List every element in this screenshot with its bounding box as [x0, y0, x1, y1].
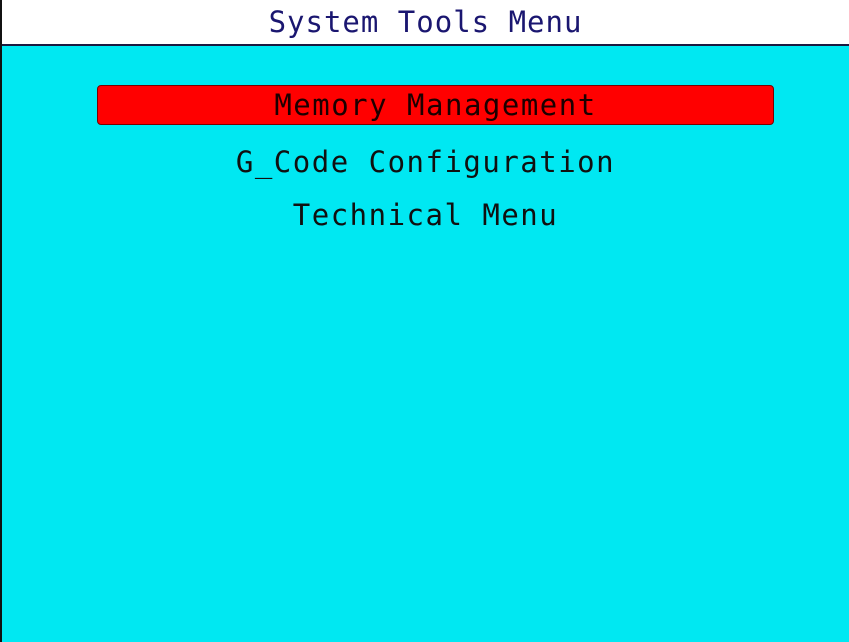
- menu-area: Memory Management G_Code Configuration T…: [2, 46, 849, 642]
- page-title: System Tools Menu: [268, 5, 583, 39]
- menu-item-label: Technical Menu: [292, 197, 559, 232]
- title-bar: System Tools Menu: [2, 0, 849, 46]
- menu-item-technical-menu[interactable]: Technical Menu: [2, 188, 849, 241]
- menu-item-label: G_Code Configuration: [235, 144, 616, 179]
- menu-list: Memory Management G_Code Configuration T…: [2, 82, 849, 241]
- menu-item-memory-management[interactable]: Memory Management: [97, 85, 774, 125]
- system-tools-screen: System Tools Menu Memory Management G_Co…: [0, 0, 849, 642]
- menu-item-label: Memory Management: [274, 88, 597, 122]
- menu-item-g-code-configuration[interactable]: G_Code Configuration: [2, 135, 849, 188]
